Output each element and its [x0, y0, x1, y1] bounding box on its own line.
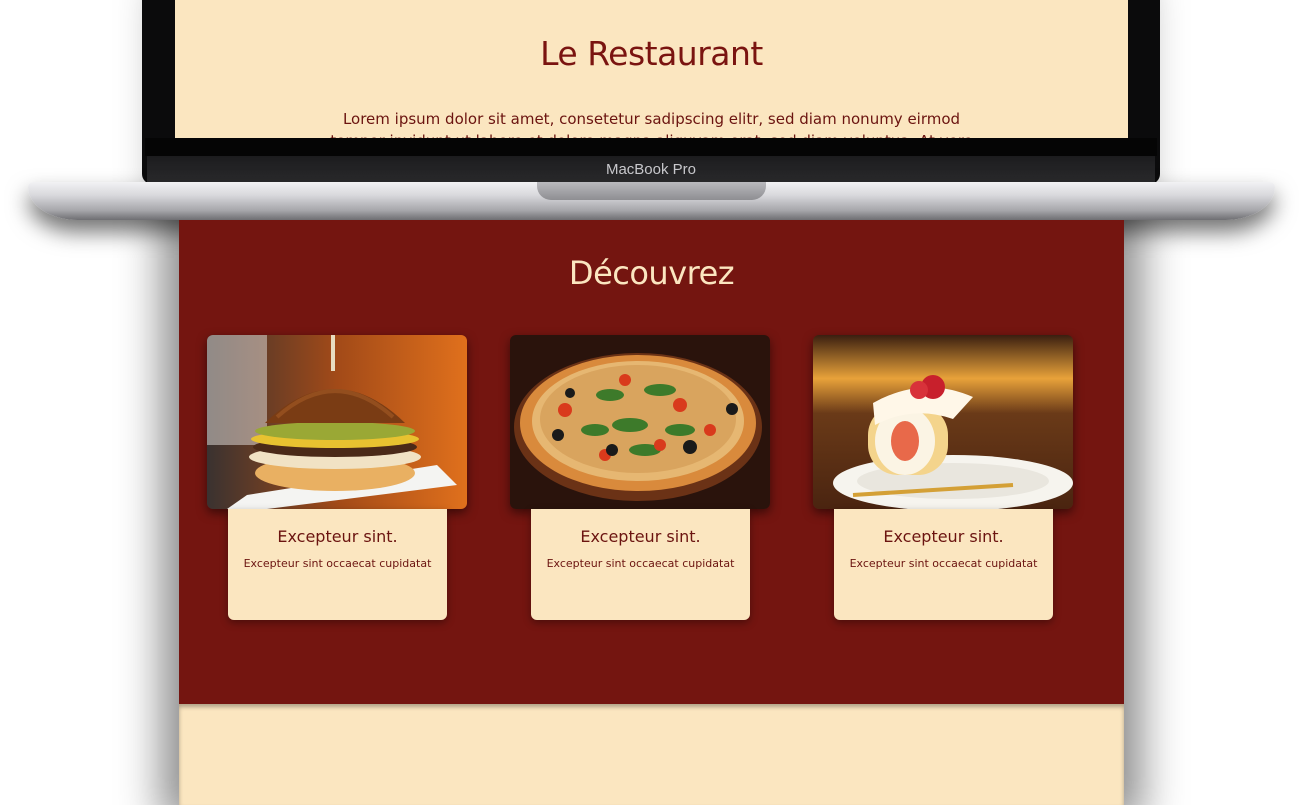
- laptop-screen-content[interactable]: Le Restaurant Lorem ipsum dolor sit amet…: [175, 0, 1128, 138]
- card-title: Excepteur sint.: [277, 527, 398, 546]
- card-pizza[interactable]: Excepteur sint. Excepteur sint occaecat …: [510, 335, 770, 620]
- laptop-brand-label: MacBook Pro: [147, 156, 1155, 182]
- card-burger[interactable]: Excepteur sint. Excepteur sint occaecat …: [207, 335, 467, 620]
- card-body: Excepteur sint. Excepteur sint occaecat …: [834, 509, 1053, 620]
- pizza-photo: [510, 335, 770, 509]
- restaurant-intro-text: Lorem ipsum dolor sit amet, consetetur s…: [330, 110, 973, 138]
- card-title: Excepteur sint.: [883, 527, 1004, 546]
- laptop-notch: [537, 182, 766, 200]
- card-text: Excepteur sint occaecat cupidatat: [243, 557, 432, 570]
- cake-roll-photo: [813, 335, 1073, 509]
- card-title: Excepteur sint.: [580, 527, 701, 546]
- card-text: Excepteur sint occaecat cupidatat: [546, 557, 735, 570]
- discover-title: Découvrez: [568, 254, 735, 292]
- burger-photo: [207, 335, 467, 509]
- bottom-section: [179, 704, 1124, 805]
- card-text: Excepteur sint occaecat cupidatat: [849, 557, 1038, 570]
- laptop-bezel: [145, 138, 1157, 156]
- restaurant-title: Le Restaurant: [540, 34, 763, 73]
- card-cake-roll[interactable]: Excepteur sint. Excepteur sint occaecat …: [813, 335, 1073, 620]
- card-body: Excepteur sint. Excepteur sint occaecat …: [228, 509, 447, 620]
- discover-section: Découvrez Excepteur sint. Excepteur sint…: [179, 220, 1124, 704]
- card-body: Excepteur sint. Excepteur sint occaecat …: [531, 509, 750, 620]
